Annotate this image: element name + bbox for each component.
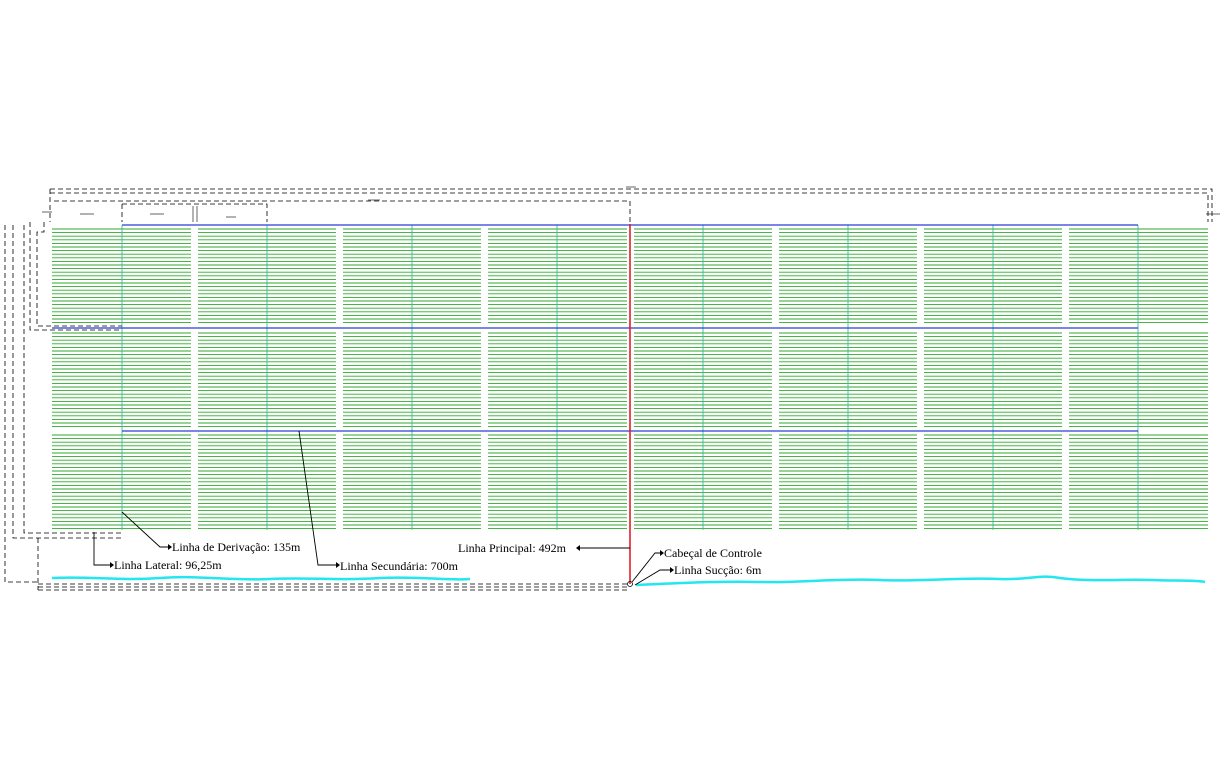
secundaria-label: Linha Secundária: 700m bbox=[340, 559, 459, 573]
succao-label: Linha Sucção: 6m bbox=[674, 563, 762, 577]
derivacao-label: Linha de Derivação: 135m bbox=[172, 540, 301, 554]
principal-label: Linha Principal: 492m bbox=[458, 541, 567, 555]
drawing-background bbox=[0, 0, 1224, 779]
cabecal-label: Cabeçal de Controle bbox=[664, 546, 762, 560]
irrigation-layout-drawing: Linha de Derivação: 135m Linha Lateral: … bbox=[0, 0, 1224, 779]
lateral-label: Linha Lateral: 96,25m bbox=[114, 558, 222, 572]
